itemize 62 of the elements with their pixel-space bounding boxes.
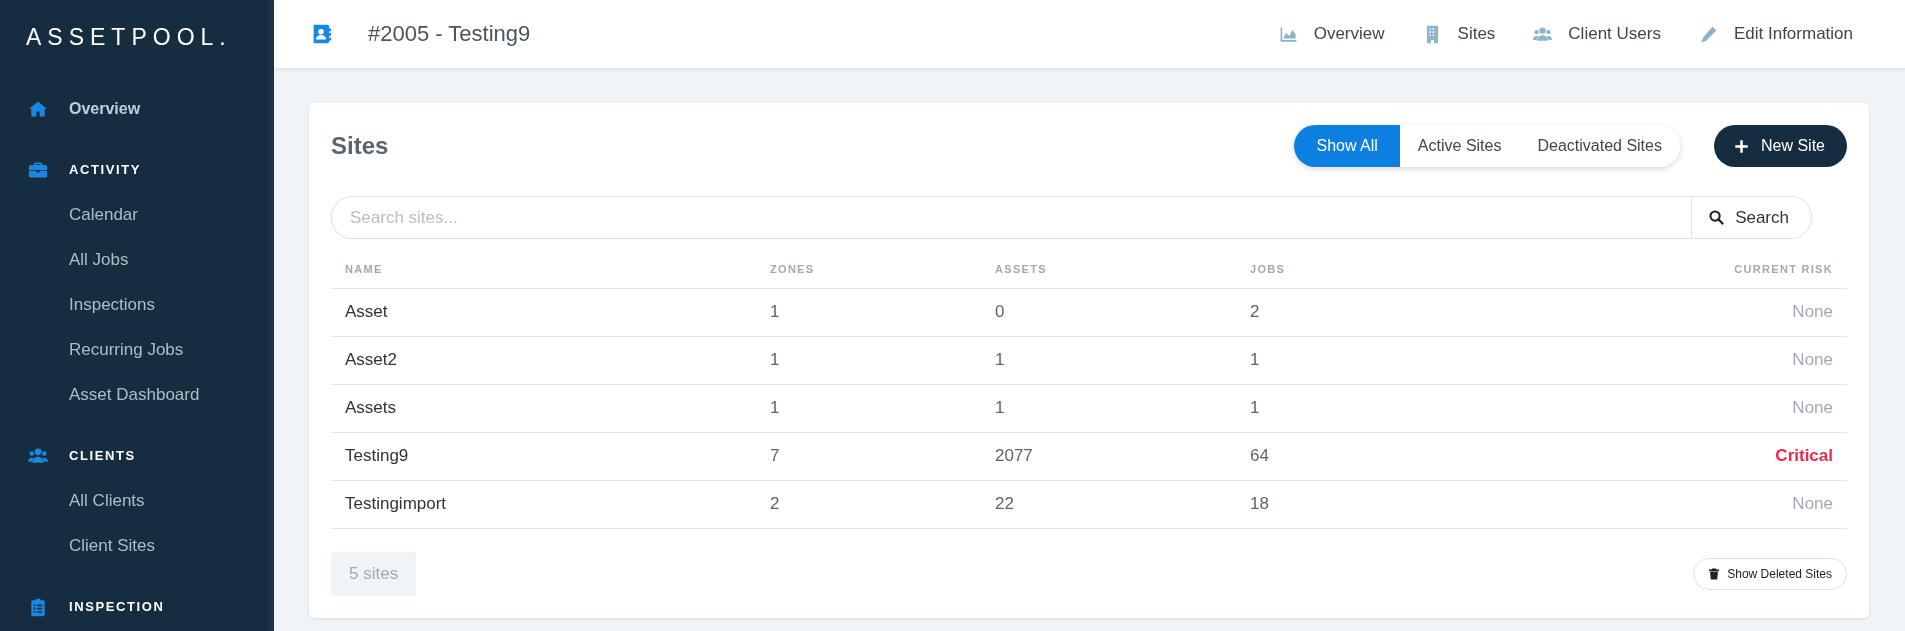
table-cell: Testing9	[331, 432, 756, 480]
sidebar-item[interactable]: Overview	[0, 86, 268, 131]
nav-link[interactable]: Sites	[1422, 24, 1496, 44]
column-header: ZONES	[756, 251, 981, 288]
table-cell: 22	[981, 480, 1236, 528]
sidebar-item[interactable]: Recurring Jobs	[0, 327, 268, 372]
table-cell: Asset2	[331, 336, 756, 384]
users-icon	[1533, 24, 1553, 44]
section-heading: INSPECTION	[69, 599, 165, 614]
filter-tab[interactable]: Show All	[1294, 125, 1400, 167]
column-header: NAME	[331, 251, 756, 288]
table-cell: 2	[1236, 288, 1440, 336]
nav-link[interactable]: Edit Information	[1698, 24, 1853, 44]
sidebar-item[interactable]: Calendar	[0, 192, 268, 237]
risk-cell: Critical	[1439, 432, 1847, 480]
sidebar-item[interactable]: All Jobs	[0, 237, 268, 282]
risk-cell: None	[1439, 384, 1847, 432]
trash-icon	[1708, 567, 1721, 580]
column-header: ASSETS	[981, 251, 1236, 288]
sidebar-item[interactable]: All Clients	[0, 478, 268, 523]
nav-link[interactable]: Overview	[1278, 24, 1385, 44]
column-header: CURRENT RISK	[1439, 251, 1847, 288]
table-cell: 18	[1236, 480, 1440, 528]
column-header: JOBS	[1236, 251, 1440, 288]
table-cell: 1	[981, 336, 1236, 384]
table-cell: 64	[1236, 432, 1440, 480]
risk-cell: None	[1439, 480, 1847, 528]
clipboard-icon	[28, 596, 48, 617]
sidebar-item[interactable]: Asset Dashboard	[0, 372, 268, 417]
new-site-button[interactable]: New Site	[1713, 125, 1847, 167]
sidebar-item[interactable]: Inspections	[0, 282, 268, 327]
logo: ASSETPOOL.	[25, 24, 233, 52]
search-field[interactable]: Search sites...	[331, 196, 1692, 239]
section-heading: CLIENTS	[69, 448, 136, 463]
table-cell: 2	[756, 480, 981, 528]
table-cell: 1	[1236, 384, 1440, 432]
table-cell: 1	[756, 384, 981, 432]
search-icon	[1708, 209, 1726, 226]
table-cell: 1	[756, 336, 981, 384]
table-cell: 0	[981, 288, 1236, 336]
table-cell: 1	[1236, 336, 1440, 384]
risk-cell: None	[1439, 336, 1847, 384]
filter-tab[interactable]: Deactivated Sites	[1519, 125, 1680, 167]
table-cell: 2077	[981, 432, 1236, 480]
site-count: 5 sites	[331, 551, 417, 596]
plus-icon	[1733, 138, 1749, 154]
nav-link[interactable]: Client Users	[1533, 24, 1661, 44]
table-cell: 7	[756, 432, 981, 480]
page-title: #2005 - Testing9	[368, 21, 531, 47]
table-cell: 1	[981, 384, 1236, 432]
card-title: Sites	[331, 132, 390, 160]
section-heading: ACTIVITY	[69, 162, 142, 177]
table-cell: Asset	[331, 288, 756, 336]
search-button[interactable]: Search	[1691, 196, 1812, 239]
risk-cell: None	[1439, 288, 1847, 336]
table-cell: 1	[756, 288, 981, 336]
table-cell: Testingimport	[331, 480, 756, 528]
sidebar-item[interactable]: Client Sites	[0, 523, 268, 568]
filter-tab[interactable]: Active Sites	[1399, 125, 1520, 167]
table-cell: Assets	[331, 384, 756, 432]
area-chart-icon	[1278, 24, 1298, 44]
show-deleted-button[interactable]: Show Deleted Sites	[1693, 557, 1847, 590]
